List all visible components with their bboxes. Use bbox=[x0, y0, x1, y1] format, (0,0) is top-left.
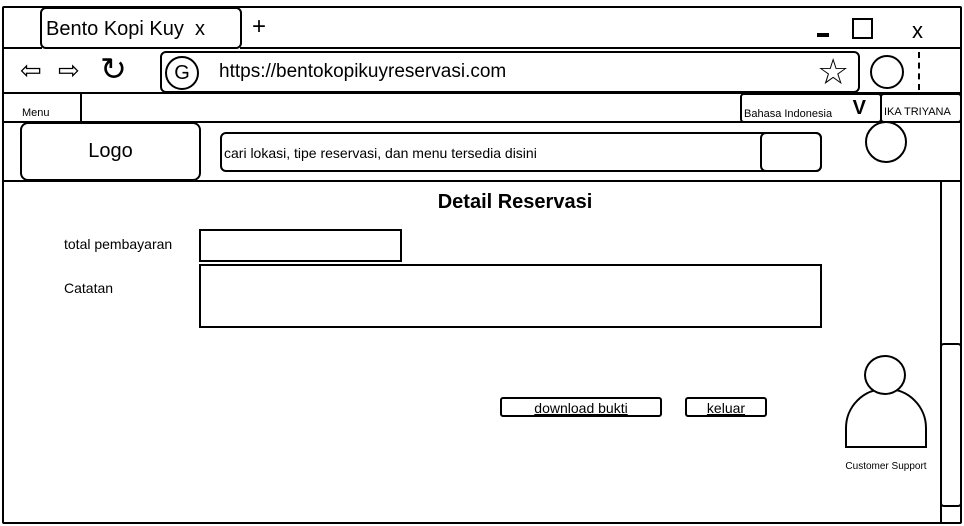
forward-arrow-icon[interactable]: ⇨ bbox=[58, 55, 80, 85]
divider bbox=[2, 180, 962, 182]
star-icon[interactable]: ☆ bbox=[817, 52, 849, 92]
search-input[interactable]: cari lokasi, tipe reservasi, dan menu te… bbox=[220, 132, 822, 172]
page-title: Detail Reservasi bbox=[437, 191, 593, 213]
url-text[interactable]: https://bentokopikuyreservasi.com bbox=[219, 58, 506, 86]
site-icon: G bbox=[165, 56, 199, 90]
language-label: Bahasa Indonesia bbox=[744, 108, 833, 120]
window-close-icon[interactable]: x bbox=[912, 16, 923, 46]
user-name[interactable]: IKA TRIYANA bbox=[880, 93, 962, 123]
divider bbox=[240, 47, 962, 49]
user-avatar-icon[interactable] bbox=[865, 121, 907, 163]
language-select[interactable]: Bahasa Indonesia V bbox=[740, 93, 882, 123]
scrollbar-thumb[interactable] bbox=[940, 343, 962, 507]
total-payment-label: total pembayaran bbox=[64, 236, 173, 252]
browser-menu-icon[interactable] bbox=[918, 52, 920, 90]
new-tab-button[interactable]: + bbox=[252, 12, 266, 42]
notes-label: Catatan bbox=[64, 280, 114, 296]
customer-support-head[interactable] bbox=[864, 355, 906, 395]
browser-tab[interactable]: Bento Kopi Kuy x bbox=[40, 7, 242, 49]
minimize-icon[interactable] bbox=[817, 33, 829, 37]
notes-field[interactable] bbox=[199, 264, 822, 328]
divider bbox=[2, 47, 42, 49]
menu-button[interactable]: Menu bbox=[2, 93, 82, 122]
total-payment-field[interactable] bbox=[199, 229, 402, 262]
tab-close-icon[interactable]: x bbox=[195, 9, 205, 49]
exit-button[interactable]: keluar bbox=[685, 397, 767, 417]
customer-support-label[interactable]: Customer Support bbox=[830, 458, 942, 476]
maximize-icon[interactable] bbox=[852, 18, 873, 39]
chevron-down-icon[interactable]: V bbox=[853, 97, 866, 120]
logo[interactable]: Logo bbox=[20, 122, 201, 181]
tab-title: Bento Kopi Kuy bbox=[46, 18, 184, 40]
back-arrow-icon[interactable]: ⇦ bbox=[20, 55, 42, 85]
search-button[interactable] bbox=[760, 132, 822, 172]
profile-icon[interactable] bbox=[870, 55, 904, 89]
download-proof-button[interactable]: download bukti bbox=[500, 397, 662, 417]
reload-icon[interactable]: ↻ bbox=[100, 53, 127, 85]
